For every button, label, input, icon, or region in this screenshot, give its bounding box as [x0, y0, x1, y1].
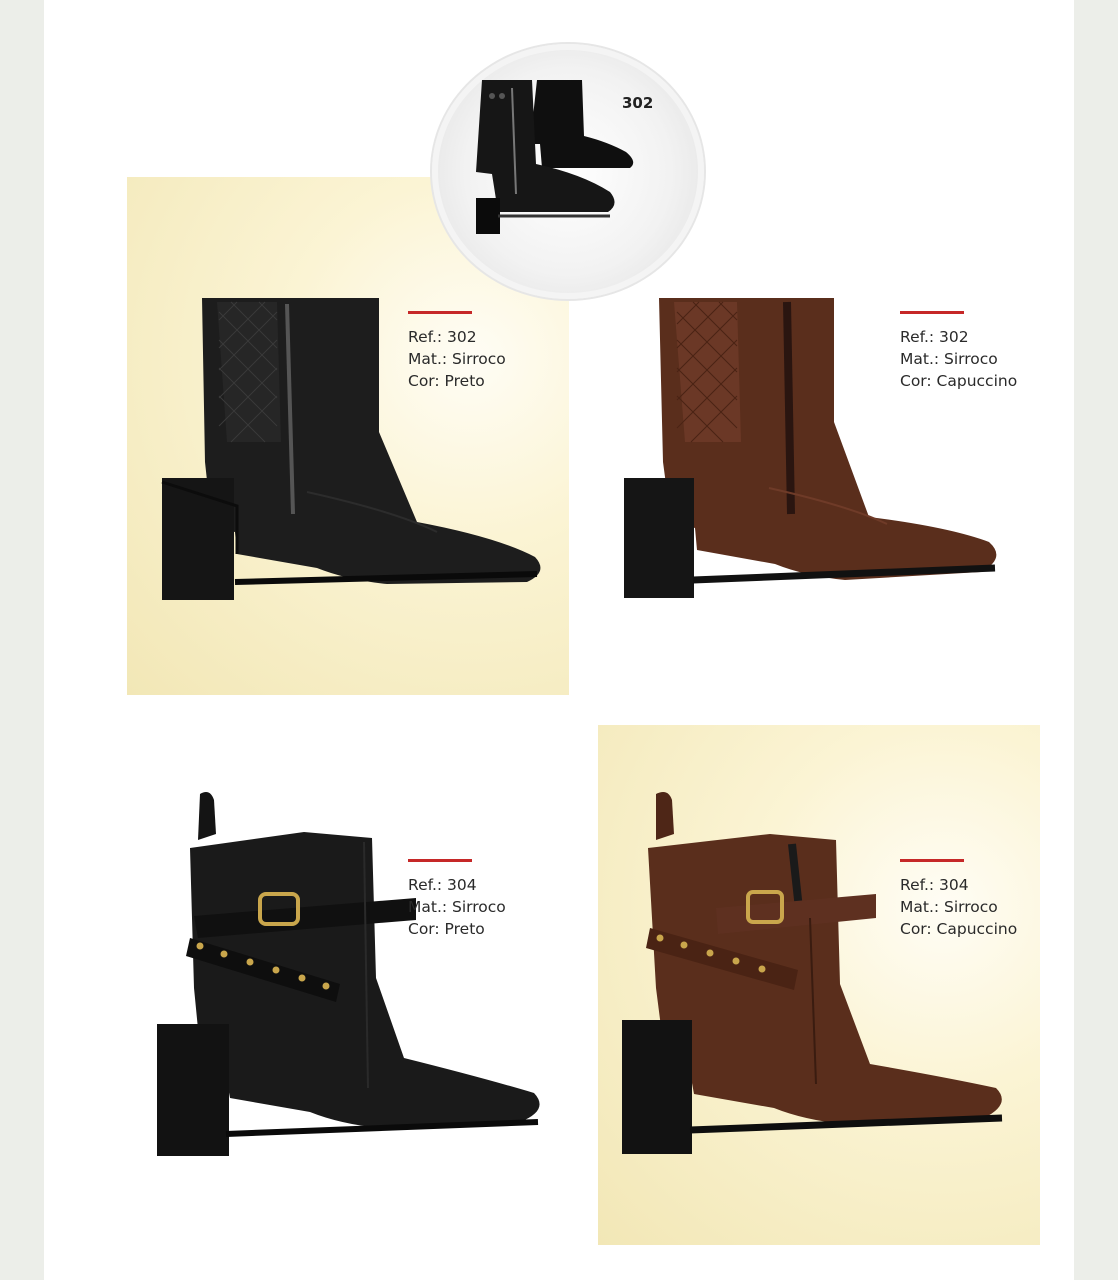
accent-bar — [900, 859, 964, 862]
spec-302-capuccino: Ref.: 302 Mat.: Sirroco Cor: Capuccino — [900, 311, 1017, 392]
spec-color: Cor: Preto — [408, 920, 485, 938]
spec-ref: Ref.: 302 — [408, 328, 477, 346]
spec-304-preto: Ref.: 304 Mat.: Sirroco Cor: Preto — [408, 859, 506, 940]
spec-color: Cor: Preto — [408, 372, 485, 390]
spec-material: Mat.: Sirroco — [408, 350, 506, 368]
spec-material: Mat.: Sirroco — [900, 350, 998, 368]
catalog-page: 302 Ref.: 302 Mat.: Sirroco Cor: Preto R… — [44, 0, 1074, 1280]
boot-304-capuccino-image — [620, 788, 1010, 1168]
spec-ref: Ref.: 304 — [408, 876, 477, 894]
spec-material: Mat.: Sirroco — [900, 898, 998, 916]
featured-thumbnail — [432, 44, 704, 299]
accent-bar — [408, 859, 472, 862]
spec-ref: Ref.: 302 — [900, 328, 969, 346]
spec-304-capuccino: Ref.: 304 Mat.: Sirroco Cor: Capuccino — [900, 859, 1017, 940]
spec-ref: Ref.: 304 — [900, 876, 969, 894]
accent-bar — [900, 311, 964, 314]
accent-bar — [408, 311, 472, 314]
spec-302-preto: Ref.: 302 Mat.: Sirroco Cor: Preto — [408, 311, 506, 392]
boot-304-preto-image — [154, 788, 544, 1168]
featured-ref-number: 302 — [622, 94, 654, 112]
spec-color: Cor: Capuccino — [900, 372, 1018, 390]
spec-color: Cor: Capuccino — [900, 920, 1018, 938]
spec-material: Mat.: Sirroco — [408, 898, 506, 916]
featured-boot-pair-image — [476, 80, 634, 234]
